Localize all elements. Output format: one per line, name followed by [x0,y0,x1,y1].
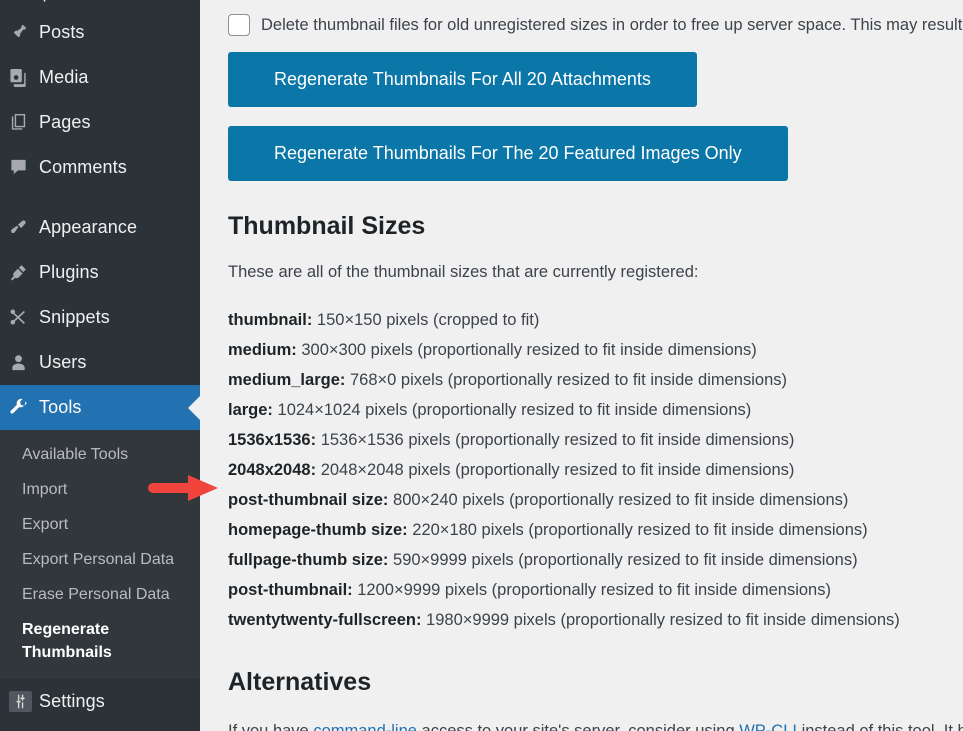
size-name: twentytwenty-fullscreen: [228,611,422,629]
sidebar-item-comments[interactable]: Comments [0,145,200,190]
sidebar-item-tools[interactable]: Tools [0,385,200,430]
size-detail: 1024×1024 pixels (proportionally resized… [277,401,752,419]
submenu-item-import[interactable]: Import [0,472,200,507]
alternatives-paragraph: If you have command-line access to your … [228,717,963,731]
size-detail: 1980×9999 pixels (proportionally resized… [426,611,900,629]
wrench-icon [9,398,39,417]
size-detail: 150×150 pixels (cropped to fit) [316,311,540,329]
media-icon [9,68,39,87]
site-title: qSandbox [37,0,114,3]
admin-sidebar: qSandbox Posts Media [0,0,200,731]
brush-icon [9,218,39,237]
submenu-item-erase-personal-data[interactable]: Erase Personal Data [0,577,200,612]
size-detail: 590×9999 pixels (proportionally resized … [393,551,858,569]
sidebar-item-label: Snippets [39,307,110,327]
size-detail: 300×300 pixels (proportionally resized t… [301,341,757,359]
alt-text-2: access to your site's server, consider u… [416,722,740,731]
sidebar-item-appearance[interactable]: Appearance [0,205,200,250]
thumbnail-sizes-intro: These are all of the thumbnail sizes tha… [228,263,699,281]
size-detail: 1536×1536 pixels (proportionally resized… [320,431,795,449]
size-name: 1536x1536: [228,431,317,449]
thumbnail-size-row: homepage-thumb size: 220×180 pixels (pro… [228,515,963,545]
thumbnail-size-row: post-thumbnail: 1200×9999 pixels (propor… [228,575,963,605]
sidebar-item-label: Media [39,67,89,87]
sidebar-item-settings[interactable]: Settings [0,679,200,724]
size-name: 2048x2048: [228,461,317,479]
thumbnail-size-row: fullpage-thumb size: 590×9999 pixels (pr… [228,545,963,575]
delete-thumbnails-checkbox[interactable] [228,14,250,36]
sidebar-item-snippets[interactable]: Snippets [0,295,200,340]
pages-icon [9,113,39,132]
thumbnail-size-row-highlighted: post-thumbnail size: 800×240 pixels (pro… [228,485,963,515]
sidebar-item-label: Comments [39,157,127,177]
delete-thumbnails-row: Delete thumbnail files for old unregiste… [228,0,963,42]
thumbnail-size-row: thumbnail: 150×150 pixels (cropped to fi… [228,305,963,335]
regenerate-all-attachments-button[interactable]: Regenerate Thumbnails For All 20 Attachm… [228,52,697,107]
main-content: Delete thumbnail files for old unregiste… [200,0,963,731]
size-name: thumbnail: [228,311,313,329]
thumbnail-sizes-heading: Thumbnail Sizes [228,212,426,240]
submenu-item-available-tools[interactable]: Available Tools [0,437,200,472]
size-detail: 220×180 pixels (proportionally resized t… [412,521,868,539]
gear-icon [9,0,37,4]
sidebar-item-label: Settings [39,691,105,711]
menu-separator [0,190,200,205]
size-detail: 768×0 pixels (proportionally resized to … [349,371,787,389]
size-detail: 1200×9999 pixels (proportionally resized… [357,581,831,599]
size-name: medium_large: [228,371,346,389]
size-name: large: [228,401,273,419]
size-name: fullpage-thumb size: [228,551,389,569]
submenu-item-regenerate-thumbnails[interactable]: Regenerate Thumbnails [0,612,112,670]
menu-group-content: Posts Media Pages Comments [0,10,200,190]
thumbnail-sizes-list: thumbnail: 150×150 pixels (cropped to fi… [228,305,963,635]
submenu-item-export[interactable]: Export [0,507,200,542]
submenu-item-export-personal-data[interactable]: Export Personal Data [0,542,200,577]
regenerate-featured-images-button[interactable]: Regenerate Thumbnails For The 20 Feature… [228,126,788,181]
thumbnail-size-row: medium: 300×300 pixels (proportionally r… [228,335,963,365]
sidebar-item-label: Users [39,352,87,372]
site-title-row[interactable]: qSandbox [0,0,200,10]
sidebar-item-posts[interactable]: Posts [0,10,200,55]
sidebar-item-media[interactable]: Media [0,55,200,100]
alt-text-1: If you have [228,722,314,731]
user-icon [9,353,39,372]
sidebar-item-label: Appearance [39,217,138,237]
sidebar-item-label: Tools [39,397,82,417]
sidebar-item-label: Posts [39,22,85,42]
comment-icon [9,158,39,177]
size-name: homepage-thumb size: [228,521,408,539]
menu-group-admin: Appearance Plugins Snippets Users Tools [0,205,200,430]
size-detail: 800×240 pixels (proportionally resized t… [393,491,849,509]
sidebar-item-pages[interactable]: Pages [0,100,200,145]
wordpress-admin-screen: qSandbox Posts Media [0,0,963,731]
thumbnail-size-row: 1536x1536: 1536×1536 pixels (proportiona… [228,425,963,455]
plug-icon [9,263,39,282]
size-name: post-thumbnail size: [228,491,389,509]
size-name: post-thumbnail: [228,581,353,599]
alt-text-3: instead of this tool. It has [801,722,963,731]
wp-cli-link[interactable]: WP-CLI [739,722,797,731]
thumbnail-size-row: medium_large: 768×0 pixels (proportional… [228,365,963,395]
delete-thumbnails-label: Delete thumbnail files for old unregiste… [261,16,963,34]
sidebar-item-plugins[interactable]: Plugins [0,250,200,295]
size-detail: 2048×2048 pixels (proportionally resized… [320,461,795,479]
thumbnail-size-row: 2048x2048: 2048×2048 pixels (proportiona… [228,455,963,485]
pin-icon [9,23,39,42]
sidebar-item-label: Plugins [39,262,99,282]
alternatives-heading: Alternatives [228,668,372,696]
sidebar-item-users[interactable]: Users [0,340,200,385]
thumbnail-size-row: twentytwenty-fullscreen: 1980×9999 pixel… [228,605,963,635]
tools-submenu: Available Tools Import Export Export Per… [0,430,200,679]
size-name: medium: [228,341,297,359]
command-line-link[interactable]: command-line [313,722,417,731]
thumbnail-size-row: large: 1024×1024 pixels (proportionally … [228,395,963,425]
scissors-icon [9,308,39,327]
sliders-icon [9,691,39,712]
sidebar-item-label: Pages [39,112,91,132]
